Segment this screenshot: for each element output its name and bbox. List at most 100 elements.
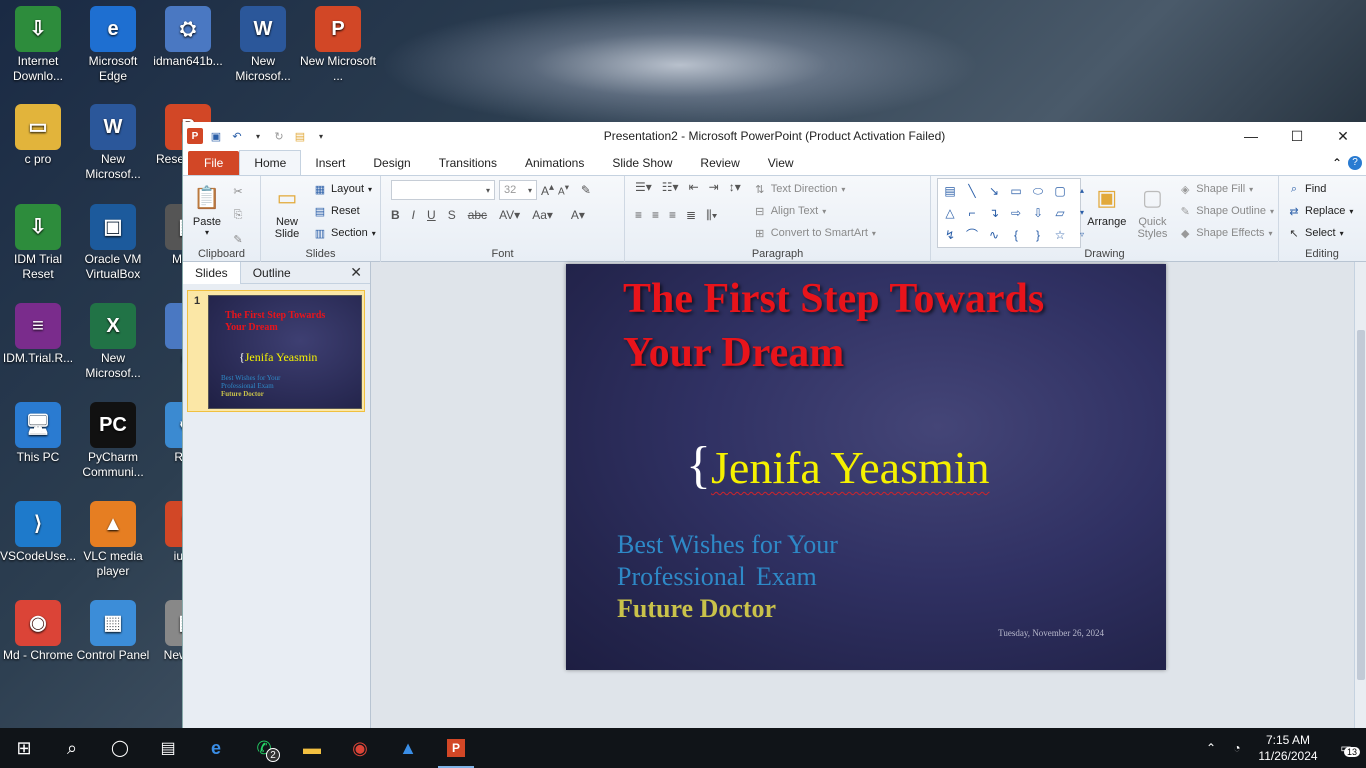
arrange-button[interactable]: ▣ Arrange: [1087, 178, 1127, 248]
tab-transitions[interactable]: Transitions: [425, 151, 511, 175]
curve-shape-icon[interactable]: ↯: [940, 225, 960, 245]
desktop-icon[interactable]: X New Microsof...: [75, 297, 151, 381]
tab-outline[interactable]: Outline: [241, 262, 303, 284]
scrollbar-thumb[interactable]: [1357, 330, 1365, 680]
taskbar-whatsapp[interactable]: ✆ 2: [240, 728, 288, 768]
font-size-select[interactable]: 32 ▾: [499, 180, 537, 200]
bold-icon[interactable]: B: [391, 208, 400, 222]
align-center-icon[interactable]: ≡: [652, 208, 659, 223]
desktop-icon[interactable]: W New Microsof...: [225, 0, 301, 84]
desktop-icon[interactable]: ▲ VLC media player: [75, 495, 151, 579]
desktop-icon[interactable]: ⇩ IDM Trial Reset: [0, 198, 76, 282]
shape-fill-button[interactable]: ◈ Shape Fill ▾: [1178, 178, 1274, 200]
desktop-icon[interactable]: ▭ c pro: [0, 98, 76, 167]
desktop-icon[interactable]: ▦ Control Panel: [75, 594, 151, 663]
font-color-icon[interactable]: A▾: [571, 208, 585, 222]
quick-styles-button[interactable]: ▢ Quick Styles: [1133, 178, 1173, 248]
close-icon[interactable]: ✕: [1320, 122, 1366, 150]
desktop-icon[interactable]: e Microsoft Edge: [75, 0, 151, 84]
taskbar-chrome[interactable]: ◉: [336, 728, 384, 768]
slide-wishes-line-1[interactable]: Best Wishes for Your: [617, 529, 838, 561]
vertical-scrollbar[interactable]: [1354, 262, 1366, 728]
desktop-icon[interactable]: P New Microsoft ...: [300, 0, 376, 84]
callout-shape-icon[interactable]: ▱: [1050, 203, 1070, 223]
cut-button[interactable]: ✂: [231, 180, 245, 202]
collapse-ribbon-icon[interactable]: ⌃: [1332, 156, 1342, 170]
cortana-button[interactable]: ◯: [96, 728, 144, 768]
taskbar-file-explorer[interactable]: ▬: [288, 728, 336, 768]
tab-file[interactable]: File: [188, 151, 240, 175]
paste-button[interactable]: 📋 Paste ▾: [187, 178, 227, 250]
show-hidden-icons[interactable]: ⌃: [1198, 741, 1224, 755]
increase-indent-icon[interactable]: ⇥: [709, 180, 719, 194]
right-brace-shape-icon[interactable]: }: [1028, 225, 1048, 245]
copy-button[interactable]: ⎘: [231, 204, 245, 226]
tab-home[interactable]: Home: [239, 150, 302, 175]
align-left-icon[interactable]: ≡: [635, 208, 642, 223]
format-painter-button[interactable]: ✎: [231, 228, 245, 250]
help-icon[interactable]: ?: [1348, 156, 1362, 170]
taskbar-photos[interactable]: ▲: [384, 728, 432, 768]
network-icon[interactable]: ◔: [1224, 741, 1250, 755]
slide-name-text[interactable]: Jenifa Yeasmin: [711, 440, 990, 496]
section-button[interactable]: ▥ Section ▾: [313, 222, 376, 244]
notification-icon[interactable]: ▭13: [1326, 741, 1366, 757]
numbering-icon[interactable]: ☷▾: [662, 180, 679, 194]
find-button[interactable]: ⌕ Find: [1287, 178, 1361, 200]
maximize-icon[interactable]: ☐: [1274, 122, 1320, 150]
arc-shape-icon[interactable]: ⌒: [962, 225, 982, 245]
tab-animations[interactable]: Animations: [511, 151, 598, 175]
rectangle-shape-icon[interactable]: ▭: [1006, 181, 1026, 201]
strikethrough-icon[interactable]: abc: [468, 208, 487, 222]
task-view-button[interactable]: ▤: [144, 728, 192, 768]
elbow-shape-icon[interactable]: ⌐: [962, 203, 982, 223]
shrink-font-icon[interactable]: A▾: [558, 182, 569, 197]
start-button[interactable]: ⊞: [0, 728, 48, 768]
desktop-icon[interactable]: W New Microsof...: [75, 98, 151, 182]
slide-thumbnail-1[interactable]: 1 The First Step Towards Your Dream {Jeni…: [187, 290, 365, 412]
desktop-icon[interactable]: ⟩ VSCodeUse...: [0, 495, 76, 564]
tab-review[interactable]: Review: [686, 151, 753, 175]
elbow-arrow-shape-icon[interactable]: ↴: [984, 203, 1004, 223]
minimize-icon[interactable]: —: [1228, 122, 1274, 150]
layout-button[interactable]: ▦ Layout ▾: [313, 178, 376, 200]
desktop-icon[interactable]: ⛭ idman641b...: [150, 0, 226, 69]
slide-wishes-line-2[interactable]: Professional Exam: [617, 561, 817, 593]
decrease-indent-icon[interactable]: ⇤: [689, 180, 699, 194]
italic-icon[interactable]: I: [412, 208, 415, 222]
tab-slide-show[interactable]: Slide Show: [598, 151, 686, 175]
arrow-line-shape-icon[interactable]: ↘: [984, 181, 1004, 201]
clock[interactable]: 7:15 AM 11/26/2024: [1250, 732, 1326, 764]
font-family-select[interactable]: ▾: [391, 180, 495, 200]
tab-design[interactable]: Design: [359, 151, 424, 175]
bullets-icon[interactable]: ☰▾: [635, 180, 652, 194]
desktop-icon[interactable]: ◉ Md - Chrome: [0, 594, 76, 663]
text-direction-button[interactable]: ⇅ Text Direction ▾: [753, 178, 876, 200]
taskbar-powerpoint[interactable]: P: [432, 728, 480, 768]
textbox-shape-icon[interactable]: ▤: [940, 181, 960, 201]
rounded-rect-shape-icon[interactable]: ▢: [1050, 181, 1070, 201]
select-button[interactable]: ↖ Select ▾: [1287, 222, 1361, 244]
reset-button[interactable]: ▤ Reset: [313, 200, 376, 222]
slide-title[interactable]: The First Step Towards Your Dream: [623, 272, 1143, 380]
clear-formatting-icon[interactable]: ✎: [581, 183, 591, 197]
desktop-icon[interactable]: ≡ IDM.Trial.R...: [0, 297, 76, 366]
shape-effects-button[interactable]: ◆ Shape Effects ▾: [1178, 222, 1274, 244]
align-right-icon[interactable]: ≡: [669, 208, 676, 223]
oval-shape-icon[interactable]: ⬭: [1028, 181, 1048, 201]
desktop-icon[interactable]: PC PyCharm Communi...: [75, 396, 151, 480]
change-case-icon[interactable]: Aa▾: [532, 208, 553, 222]
char-spacing-icon[interactable]: AV▾: [499, 208, 520, 222]
tab-view[interactable]: View: [754, 151, 808, 175]
convert-smartart-button[interactable]: ⊞ Convert to SmartArt ▾: [753, 222, 876, 244]
left-brace-shape-icon[interactable]: {: [1006, 225, 1026, 245]
justify-icon[interactable]: ≣: [686, 208, 696, 223]
columns-icon[interactable]: ⫼▾: [706, 208, 717, 223]
line-spacing-icon[interactable]: ↕▾: [729, 180, 741, 194]
right-arrow-shape-icon[interactable]: ⇨: [1006, 203, 1026, 223]
triangle-shape-icon[interactable]: △: [940, 203, 960, 223]
slide-canvas[interactable]: The First Step Towards Your Dream { Jenif…: [566, 264, 1166, 670]
align-text-button[interactable]: ⊟ Align Text ▾: [753, 200, 876, 222]
desktop-icon[interactable]: ⇩ Internet Downlo...: [0, 0, 76, 84]
shapes-gallery[interactable]: ▤ ╲ ↘ ▭ ⬭ ▢ ▴ △ ⌐ ↴ ⇨ ⇩ ▱ ▾ ↯ ⌒ ∿ {} ☆ …: [937, 178, 1084, 248]
